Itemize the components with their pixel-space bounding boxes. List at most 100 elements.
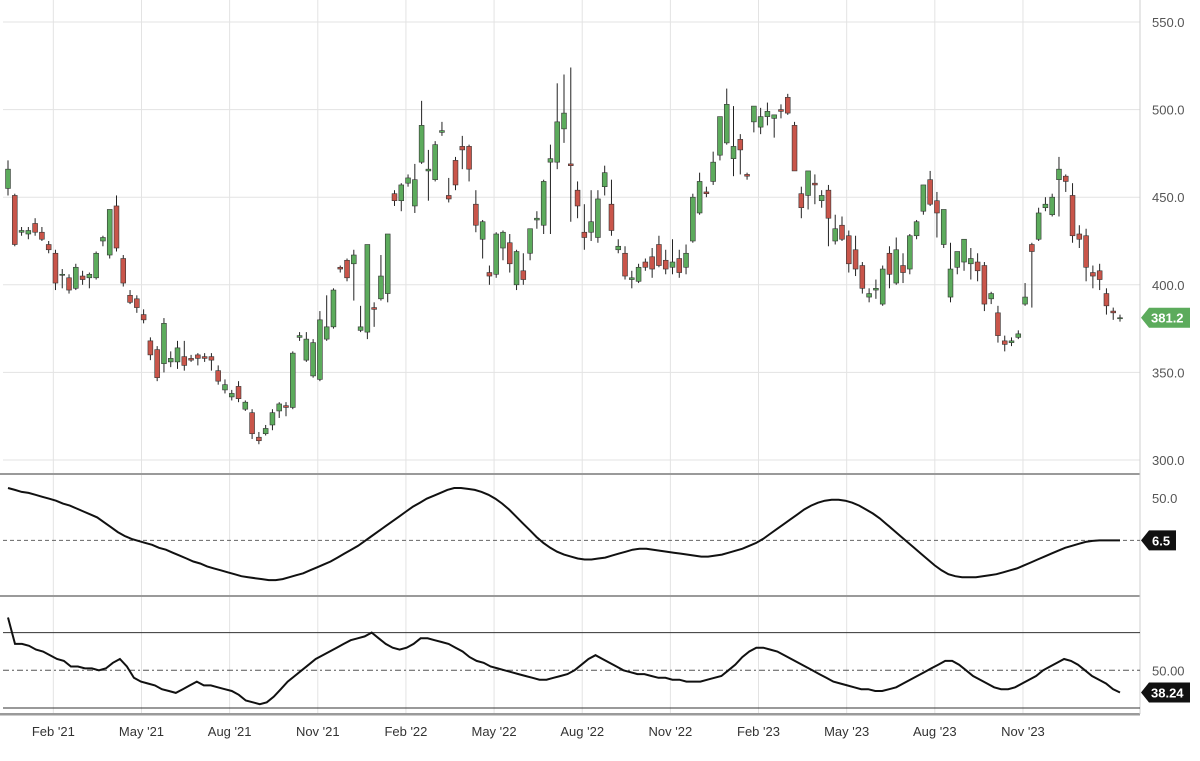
candle-up	[174, 347, 181, 363]
candle-up	[5, 168, 11, 189]
candle-down	[995, 312, 1001, 336]
x-tick-label: May '22	[472, 724, 517, 739]
chart-background	[0, 0, 1200, 756]
candle-down	[249, 412, 255, 435]
candle-up	[351, 254, 357, 265]
indicator-2-value-label: 38.24	[1151, 685, 1184, 700]
candle-down	[134, 298, 140, 308]
candle-up	[479, 221, 486, 240]
candle-down	[445, 195, 452, 200]
candle-up	[690, 196, 696, 242]
candle-up	[1042, 203, 1049, 209]
candle-up	[384, 233, 391, 294]
candle-up	[493, 233, 499, 275]
candle-up	[527, 228, 533, 254]
candle-up	[717, 116, 723, 156]
candle-down	[188, 358, 194, 361]
y-tick-label: 500.0	[1152, 103, 1185, 118]
candle-down	[785, 97, 791, 114]
candle-up	[954, 251, 961, 268]
candle-down	[900, 265, 906, 273]
candle-down	[507, 242, 513, 265]
candle-down	[1001, 340, 1008, 345]
y-tick-label: 350.0	[1152, 365, 1185, 380]
candle-up	[242, 401, 249, 410]
candle-up	[161, 323, 167, 364]
candle-down	[1076, 233, 1083, 240]
indicator-2-tick-label: 50.00	[1152, 663, 1185, 678]
y-tick-label: 450.0	[1152, 190, 1185, 205]
x-tick-label: May '23	[824, 724, 869, 739]
candle-up	[588, 221, 594, 233]
candle-down	[846, 235, 852, 265]
chart: 381.2 6.5 38.24 Feb '21 May '21 Aug '21 Nov…	[0, 0, 1200, 756]
candle-up	[303, 338, 310, 361]
candle-down	[974, 261, 981, 272]
candle-down	[1083, 235, 1089, 268]
x-tick-label: May '21	[119, 724, 164, 739]
candle-down	[859, 265, 866, 289]
candle-up	[439, 130, 445, 133]
candle-up	[378, 275, 384, 300]
candle-down	[642, 261, 649, 268]
candle-up	[764, 111, 771, 117]
candle-down	[1103, 293, 1110, 307]
candle-down	[32, 223, 38, 233]
candle-down	[452, 160, 459, 186]
candle-up	[296, 335, 303, 338]
candle-up	[1049, 196, 1055, 216]
candle-down	[839, 224, 845, 240]
candle-down	[344, 259, 350, 279]
y-tick-label: 550.0	[1152, 15, 1185, 30]
candle-down	[66, 277, 72, 291]
candle-up	[1056, 168, 1062, 180]
candle-up	[961, 238, 967, 263]
candle-up	[412, 179, 418, 207]
candle-up	[907, 235, 913, 270]
candle-up	[405, 177, 411, 184]
candle-down	[852, 249, 859, 270]
candle-down	[201, 356, 208, 359]
candle-down	[113, 205, 120, 249]
candle-down	[825, 189, 832, 219]
candle-down	[1090, 272, 1096, 277]
candle-up	[364, 244, 371, 333]
candle-up	[540, 181, 547, 226]
candle-up	[330, 289, 337, 328]
candle-down	[45, 244, 52, 251]
candle-down	[744, 174, 750, 177]
last-price-label: 381.2	[1151, 311, 1184, 326]
candle-up	[940, 209, 947, 245]
candle-down	[391, 193, 398, 202]
candle-down	[927, 179, 933, 205]
candle-down	[208, 356, 215, 361]
candle-up	[106, 209, 113, 256]
candle-up	[86, 273, 93, 279]
candle-down	[459, 146, 466, 151]
x-tick-label: Feb '23	[737, 724, 780, 739]
candle-up	[879, 268, 886, 305]
candle-down	[12, 195, 18, 245]
indicator-1-tick-label: 50.0	[1152, 491, 1177, 506]
candle-up	[818, 195, 825, 202]
candle-up	[893, 249, 899, 284]
candle-up	[269, 412, 276, 426]
candle-up	[100, 237, 106, 242]
candle-up	[595, 198, 601, 238]
candle-up	[276, 403, 282, 412]
x-tick-label: Nov '23	[1001, 724, 1045, 739]
candle-down	[676, 258, 683, 273]
candle-down	[574, 189, 581, 207]
x-tick-label: Feb '21	[32, 724, 75, 739]
candle-up	[805, 170, 811, 196]
candle-up	[167, 358, 174, 363]
candle-up	[947, 268, 954, 298]
candle-up	[513, 251, 520, 286]
candle-down	[39, 231, 45, 240]
candle-down	[181, 356, 188, 366]
candle-down	[215, 370, 221, 382]
x-tick-label: Aug '23	[913, 724, 957, 739]
candle-up	[1015, 333, 1022, 338]
candle-down	[608, 203, 615, 231]
candle-down	[140, 314, 147, 321]
